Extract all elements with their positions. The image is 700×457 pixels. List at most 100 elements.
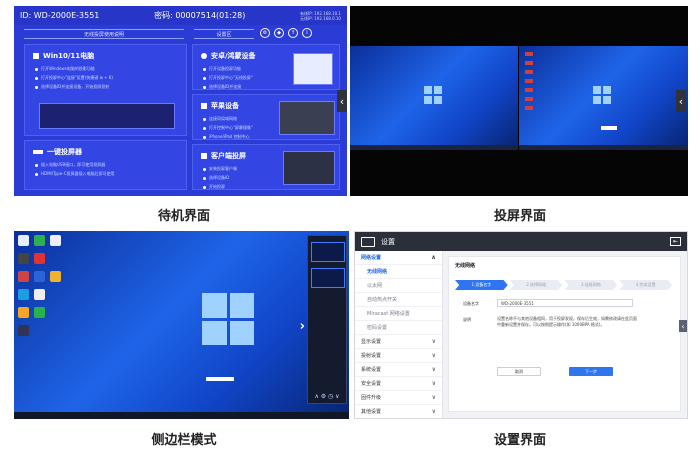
shield-icon[interactable]: ◆ [274, 28, 284, 38]
usb-dongle-icon [33, 150, 43, 154]
desktop-icon[interactable] [50, 235, 61, 246]
card-apple: 苹果设备 连接同局域网络 打开控制中心"屏幕镜像" iPhone/iPad 控制… [192, 94, 340, 140]
wizard-steps: 1.设备名字 2.选择网络 3.连接网络 4.完成设置 [455, 280, 672, 290]
nav-item-label: 无线网络 [367, 269, 388, 275]
device-name-label: 设备名字 [463, 301, 479, 306]
info-icon[interactable]: i [302, 28, 312, 38]
notification-toast [601, 126, 617, 130]
desc-label: 说明 [463, 317, 471, 322]
app-logo-icon [361, 236, 375, 247]
settings-nav: 网络设置 ∧ 无线网络以太网自动热点开关 Miracast 网络设置密码设置显示设置 ∨… [355, 251, 443, 418]
nav-item-label: 投射设置 [361, 353, 382, 359]
nav-item-label: 网络设置 [361, 255, 382, 261]
nav-item[interactable]: 投射设置 ∨ [355, 349, 442, 363]
device-name-input[interactable]: WD-2000E-3551 [497, 299, 633, 307]
taskbar [350, 145, 518, 150]
nav-item-label: 系统设置 [361, 367, 382, 373]
desktop-icon[interactable] [34, 235, 45, 246]
list-item: HDMI/Type-C投屏器插入电脑后即可使用 [35, 171, 186, 177]
sidebar-toggle-arrow[interactable]: ‹ [676, 90, 686, 112]
nav-item[interactable]: 显示设置 ∨ [355, 335, 442, 349]
windows-logo-icon [424, 86, 442, 104]
list-item: 打开投屏中心"连接"设置(快捷键 ⊞ + K) [35, 75, 186, 81]
chevron-icon: ∧ [431, 254, 436, 261]
standby-screen: ID: WD-2000E-3551 密码: 00007514(01:28) 有线… [14, 6, 347, 196]
desc-text: 设置名称不与其他设备相同，用于投屏发现。保存后生效，如需修改请在此页面中重新设置… [497, 316, 637, 327]
ip-info: 有线IP: 192.168.10.1 无线IP: 192.168.0.10 [300, 11, 341, 21]
apple-icon [201, 103, 207, 109]
collapse-arrow[interactable]: › [300, 319, 305, 334]
screen-thumbnail[interactable] [311, 242, 345, 262]
chevron-icon: ∨ [431, 394, 436, 401]
desktop-icon[interactable] [18, 271, 29, 282]
caption-sidebar: 侧边栏模式 [151, 433, 217, 448]
nav-item-label: 以太网 [367, 283, 383, 289]
client-preview-image [283, 151, 335, 185]
desktop-icon[interactable] [34, 289, 45, 300]
chevron-icon: ∨ [431, 338, 436, 345]
desktop-icon[interactable] [34, 307, 45, 318]
wizard-step: 3.连接网络 [564, 280, 618, 290]
taskbar [519, 145, 688, 150]
nav-item-label: 安全设置 [361, 381, 382, 387]
card-usb-title: 一键投屏器 [47, 148, 82, 156]
desktop-icons [525, 52, 533, 112]
desktop-icon[interactable] [18, 307, 29, 318]
ip-line-2: 无线IP: 192.168.0.10 [300, 15, 341, 21]
chevron-icon: ∨ [431, 366, 436, 373]
nav-item[interactable]: 无线网络 [355, 265, 442, 279]
nav-item[interactable]: 网络设置 ∧ [355, 251, 442, 265]
cancel-button[interactable]: 取消 [497, 367, 541, 376]
standby-topbar: ID: WD-2000E-3551 密码: 00007514(01:28) 有线… [14, 6, 347, 25]
next-button[interactable]: 下一步 [569, 367, 613, 376]
casting-screen: ‹ [350, 6, 688, 196]
taskbar [14, 412, 349, 419]
chevron-icon: ∨ [431, 380, 436, 387]
caption-casting: 投屏界面 [493, 209, 546, 224]
desktop-icon[interactable] [18, 325, 29, 336]
nav-item[interactable]: 固件升级 ∨ [355, 391, 442, 405]
card-usb: 一键投屏器 插入电脑USB接口，即可使用投屏器 HDMI/Type-C投屏器插入… [24, 140, 187, 190]
device-id: ID: WD-2000E-3551 [20, 11, 100, 20]
nav-item[interactable]: 以太网 [355, 279, 442, 293]
guide-banner: 无线投屏使用说明 [24, 29, 184, 39]
nav-item[interactable]: 密码设置 [355, 321, 442, 335]
desktop-icon[interactable] [34, 253, 45, 264]
settings-banner: 设置区 [194, 29, 254, 39]
nav-item[interactable]: 其他设置 ∨ [355, 405, 442, 418]
nav-item-label: 密码设置 [367, 325, 388, 331]
nav-item[interactable]: 自动热点开关 [355, 293, 442, 307]
desktop-icon[interactable] [50, 271, 61, 282]
cast-desktop-right [518, 46, 688, 150]
wizard-step: 1.设备名字 [455, 280, 508, 290]
gear-icon[interactable]: ⚙ [260, 28, 270, 38]
screen-thumbnail[interactable] [311, 268, 345, 288]
windows-icon [33, 53, 39, 59]
nav-item-label: 自动热点开关 [367, 297, 398, 303]
list-item: 打开Windows电脑的投影功能 [35, 66, 186, 72]
nav-item-label: 显示设置 [361, 339, 382, 345]
cast-desktop-left [350, 46, 518, 150]
card-client-title: 客户端投屏 [211, 152, 246, 160]
nav-item-label: 固件升级 [361, 395, 382, 401]
desktop-icon[interactable] [34, 271, 45, 282]
settings-title: 设置 [381, 237, 395, 246]
wizard-step: 4.完成设置 [619, 280, 672, 290]
windows-logo-icon [593, 86, 611, 104]
nav-item[interactable]: Miracast 网络设置 [355, 307, 442, 321]
device-password: 密码: 00007514(01:28) [154, 11, 246, 20]
sidebar-toggle-arrow[interactable]: ‹ [337, 90, 347, 112]
windows-preview-image [39, 103, 175, 129]
nav-item[interactable]: 安全设置 ∨ [355, 377, 442, 391]
sidebar-controls[interactable]: ∧ ⚙ ◷ ∨ [310, 393, 344, 400]
sidebar-toggle-arrow[interactable]: ‹ [679, 320, 687, 332]
nav-item[interactable]: 系统设置 ∨ [355, 363, 442, 377]
desktop-icon[interactable] [18, 253, 29, 264]
desktop-icon[interactable] [18, 289, 29, 300]
exit-icon[interactable]: ⇤ [670, 237, 681, 246]
card-windows: Win10/11电脑 打开Windows电脑的投影功能 打开投屏中心"连接"设置… [24, 44, 187, 136]
desktop-icon[interactable] [18, 235, 29, 246]
upload-icon[interactable]: ↑ [288, 28, 298, 38]
card-client: 客户端投屏 安装投屏客户端 选择设备ID 开始投屏 [192, 144, 340, 190]
card-android: 安卓/鸿蒙设备 打开设备投屏功能 打开投屏中心"无线投屏" 选择设备ID并连接 [192, 44, 340, 90]
